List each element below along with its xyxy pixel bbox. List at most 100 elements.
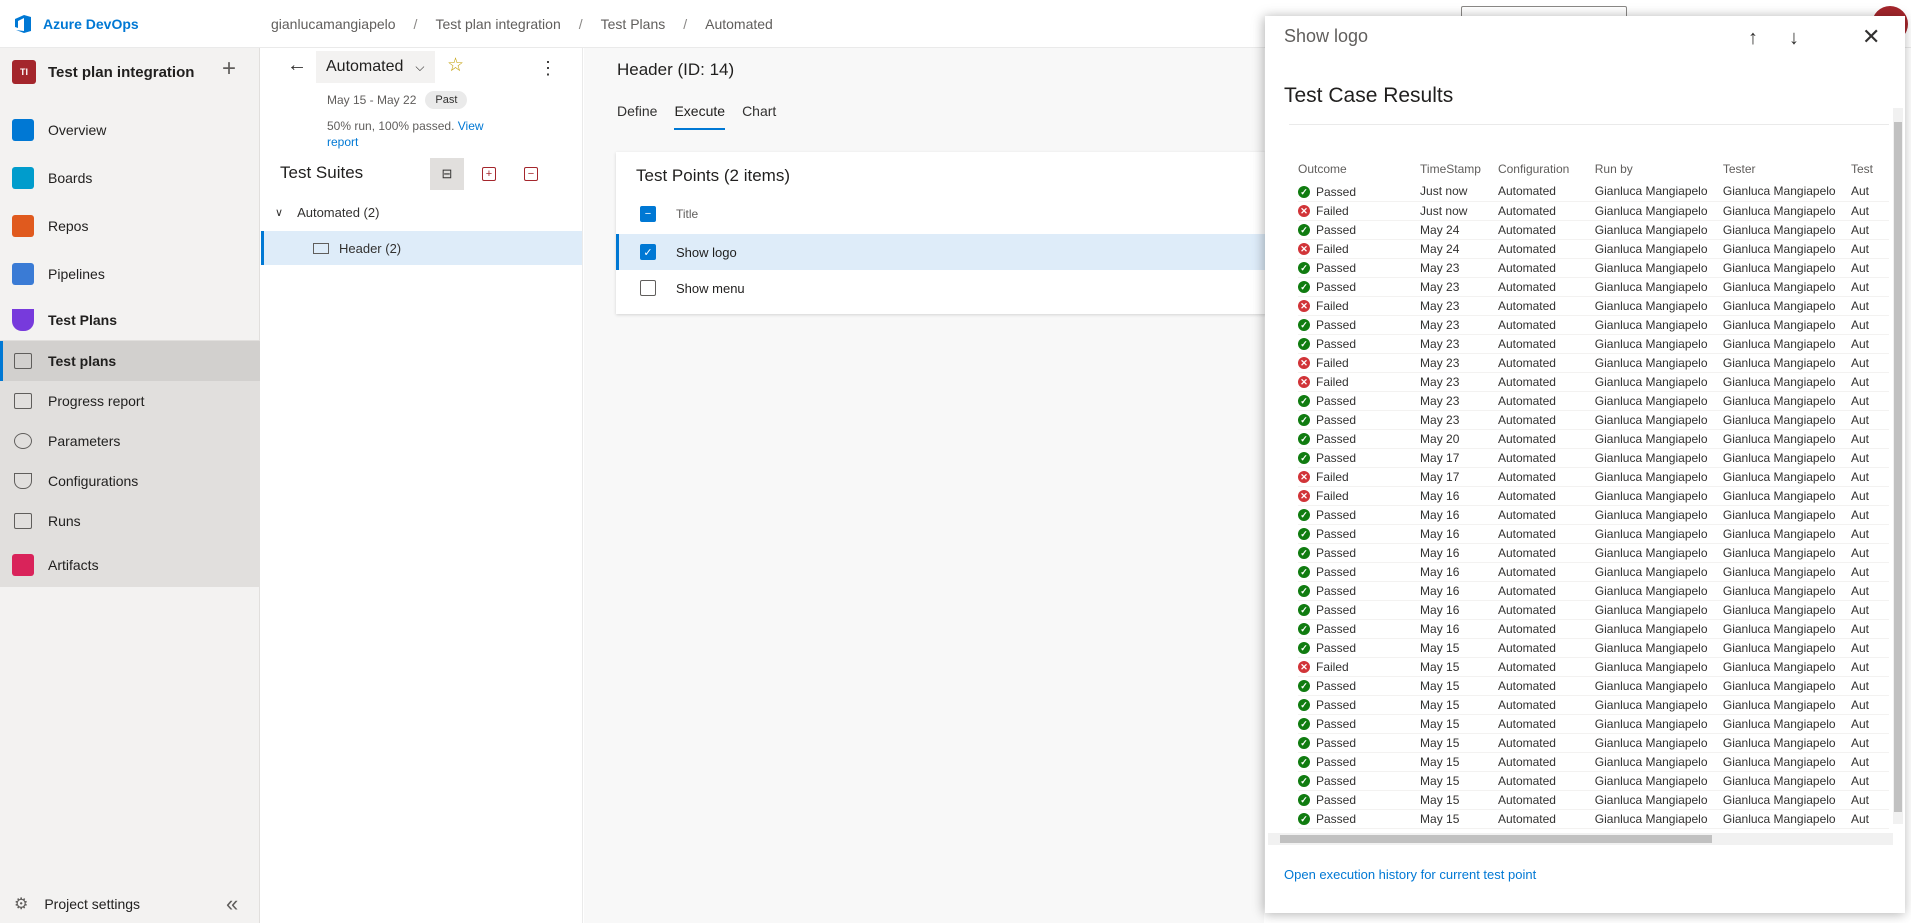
collapse-icon: − xyxy=(524,167,538,181)
column-header-run-by[interactable]: Run by xyxy=(1595,156,1723,182)
table-row[interactable]: ✓ Passed May 15 Automated Gianluca Mangiapel… xyxy=(1298,771,1889,791)
tab-execute[interactable]: Execute xyxy=(674,103,726,130)
scroll-thumb[interactable] xyxy=(1894,122,1902,812)
table-row[interactable]: ✕ Failed May 17 Automated Gianluca Mangiapel… xyxy=(1298,467,1889,487)
tab-define[interactable]: Define xyxy=(617,103,657,130)
nav-sub-configurations[interactable]: Configurations xyxy=(0,461,260,501)
nav-sub-runs[interactable]: Runs xyxy=(0,501,260,541)
table-row[interactable]: ✓ Passed May 16 Automated Gianluca Mangiapel… xyxy=(1298,619,1889,639)
table-row[interactable]: ✓ Passed May 15 Automated Gianluca Mangiapel… xyxy=(1298,790,1889,810)
run-by-cell: Gianluca Mangiapelo xyxy=(1594,600,1723,620)
nav-sub-parameters[interactable]: Parameters xyxy=(0,421,260,461)
plan-selector[interactable]: Automated ⌵ xyxy=(316,51,435,83)
table-row[interactable]: ✓ Passed May 16 Automated Gianluca Mangiapel… xyxy=(1298,524,1889,544)
test-cell: Aut xyxy=(1850,220,1889,240)
tester-cell: Gianluca Mangiapelo xyxy=(1722,543,1851,563)
test-cell: Aut xyxy=(1850,486,1889,506)
table-row[interactable]: ✓ Passed May 15 Automated Gianluca Mangiapel… xyxy=(1298,676,1889,696)
table-row[interactable]: ✕ Failed May 23 Automated Gianluca Mangiapel… xyxy=(1298,372,1889,392)
table-row[interactable]: ✓ Passed May 15 Automated Gianluca Mangiapel… xyxy=(1298,752,1889,772)
azure-devops-logo[interactable]: Azure DevOps xyxy=(12,13,139,35)
table-row[interactable]: ✕ Failed May 16 Automated Gianluca Mangiapel… xyxy=(1298,486,1889,506)
column-header-title[interactable]: Title xyxy=(676,207,698,221)
table-row[interactable]: ✓ Passed May 23 Automated Gianluca Mangiapel… xyxy=(1298,277,1889,297)
breadcrumb-plan[interactable]: Automated xyxy=(705,16,773,32)
table-row[interactable]: ✓ Passed Just now Automated Gianluca Mangiap… xyxy=(1298,182,1889,202)
execution-history-link[interactable]: Open execution history for current test … xyxy=(1284,867,1536,882)
arrow-up-icon[interactable]: ↑ xyxy=(1748,27,1758,50)
table-row[interactable]: ✓ Passed May 15 Automated Gianluca Mangiapel… xyxy=(1298,638,1889,658)
vertical-scrollbar[interactable] xyxy=(1893,108,1903,824)
more-options-icon[interactable]: ⋮ xyxy=(539,58,557,79)
table-row[interactable]: ✓ Passed May 15 Automated Gianluca Mangiapel… xyxy=(1298,714,1889,734)
table-row[interactable]: ✓ Passed May 15 Automated Gianluca Mangiapel… xyxy=(1298,695,1889,715)
nav-pipelines[interactable]: Pipelines xyxy=(0,254,260,294)
column-header-outcome[interactable]: Outcome xyxy=(1298,156,1420,182)
breadcrumb-project[interactable]: Test plan integration xyxy=(435,16,560,32)
table-row[interactable]: ✓ Passed May 16 Automated Gianluca Mangiapel… xyxy=(1298,581,1889,601)
configuration-cell: Automated xyxy=(1497,790,1595,810)
table-row[interactable]: ✓ Passed May 23 Automated Gianluca Mangiapel… xyxy=(1298,410,1889,430)
project-settings[interactable]: ⚙ Project settings xyxy=(14,894,140,914)
table-row[interactable]: ✓ Passed May 16 Automated Gianluca Mangiapel… xyxy=(1298,505,1889,525)
table-row[interactable]: ✕ Failed May 23 Automated Gianluca Mangiapel… xyxy=(1298,296,1889,316)
nav-artifacts[interactable]: Artifacts xyxy=(0,545,260,585)
collapse-nav-icon[interactable]: « xyxy=(226,891,238,917)
table-row[interactable]: ✓ Passed May 23 Automated Gianluca Mangiapel… xyxy=(1298,258,1889,278)
outcome: ✓ Passed xyxy=(1298,337,1356,351)
table-row[interactable]: ✓ Passed May 17 Automated Gianluca Mangiapel… xyxy=(1298,448,1889,468)
expand-all-button[interactable]: + xyxy=(472,158,506,190)
test-point-row[interactable]: Show menu xyxy=(616,270,1276,306)
project-header[interactable]: TI Test plan integration xyxy=(12,60,194,84)
table-row[interactable]: ✕ Failed May 15 Automated Gianluca Mangiapel… xyxy=(1298,657,1889,677)
favorite-star-icon[interactable]: ☆ xyxy=(447,54,464,77)
table-row[interactable]: ✕ Failed May 23 Automated Gianluca Mangiapel… xyxy=(1298,353,1889,373)
outcome: ✓ Passed xyxy=(1298,793,1356,807)
test-cell: Aut xyxy=(1850,771,1889,791)
close-icon[interactable]: ✕ xyxy=(1862,24,1880,50)
table-row[interactable]: ✓ Passed May 23 Automated Gianluca Mangiapel… xyxy=(1298,334,1889,354)
nav-test-plans[interactable]: Test Plans xyxy=(0,300,260,340)
table-row[interactable]: ✓ Passed May 23 Automated Gianluca Mangiapel… xyxy=(1298,315,1889,335)
table-row[interactable]: ✓ Passed May 24 Automated Gianluca Mangiapel… xyxy=(1298,220,1889,240)
select-all-checkbox[interactable]: − xyxy=(640,206,656,222)
table-row[interactable]: ✓ Passed May 15 Automated Gianluca Mangiapel… xyxy=(1298,733,1889,753)
column-header-tester[interactable]: Tester xyxy=(1723,156,1851,182)
column-header-timestamp[interactable]: TimeStamp xyxy=(1420,156,1498,182)
column-header-test[interactable]: Test xyxy=(1851,156,1889,182)
table-row[interactable]: ✓ Passed May 16 Automated Gianluca Mangiapel… xyxy=(1298,562,1889,582)
row-checkbox[interactable] xyxy=(640,280,656,296)
nav-overview[interactable]: Overview xyxy=(0,110,260,150)
table-row[interactable]: ✓ Passed May 20 Automated Gianluca Mangiapel… xyxy=(1298,429,1889,449)
breadcrumb-section[interactable]: Test Plans xyxy=(601,16,666,32)
suite-row[interactable]: ∨ Automated (2) xyxy=(261,196,582,228)
tab-chart[interactable]: Chart xyxy=(742,103,776,130)
column-header-configuration[interactable]: Configuration xyxy=(1498,156,1595,182)
table-row[interactable]: ✓ Passed May 23 Automated Gianluca Mangiapel… xyxy=(1298,391,1889,411)
tree-view-button[interactable]: ⊟ xyxy=(430,158,464,190)
nav-sub-test-plans[interactable]: Test plans xyxy=(0,341,260,381)
nav-sub-progress-report[interactable]: Progress report xyxy=(0,381,260,421)
test-cell: Aut xyxy=(1850,581,1889,601)
test-point-row[interactable]: ✓ Show logo xyxy=(616,234,1276,270)
outcome-cell: ✕ Failed xyxy=(1298,657,1421,677)
collapse-all-button[interactable]: − xyxy=(514,158,548,190)
add-icon[interactable]: + xyxy=(222,57,236,81)
breadcrumb-org[interactable]: gianlucamangiapelo xyxy=(271,16,396,32)
horizontal-scrollbar[interactable] xyxy=(1268,833,1893,845)
back-arrow-icon[interactable]: ← xyxy=(287,54,307,77)
arrow-down-icon[interactable]: ↓ xyxy=(1789,27,1799,50)
outcome-cell: ✕ Failed xyxy=(1298,372,1421,392)
suite-row-selected[interactable]: Header (2) xyxy=(261,231,582,265)
table-row[interactable]: ✕ Failed Just now Automated Gianluca Mangiap… xyxy=(1298,201,1889,221)
nav-repos[interactable]: Repos xyxy=(0,206,260,246)
table-row[interactable]: ✕ Failed May 24 Automated Gianluca Mangiapel… xyxy=(1298,239,1889,259)
table-row[interactable]: ✓ Passed May 16 Automated Gianluca Mangiapel… xyxy=(1298,543,1889,563)
row-checkbox[interactable]: ✓ xyxy=(640,244,656,260)
configuration-cell: Automated xyxy=(1497,562,1595,582)
scroll-thumb[interactable] xyxy=(1280,835,1712,843)
table-row[interactable]: ✓ Passed May 16 Automated Gianluca Mangiapel… xyxy=(1298,600,1889,620)
table-row[interactable]: ✓ Passed May 15 Automated Gianluca Mangiapel… xyxy=(1298,809,1889,829)
tester-cell: Gianluca Mangiapelo xyxy=(1722,182,1851,202)
nav-boards[interactable]: Boards xyxy=(0,158,260,198)
